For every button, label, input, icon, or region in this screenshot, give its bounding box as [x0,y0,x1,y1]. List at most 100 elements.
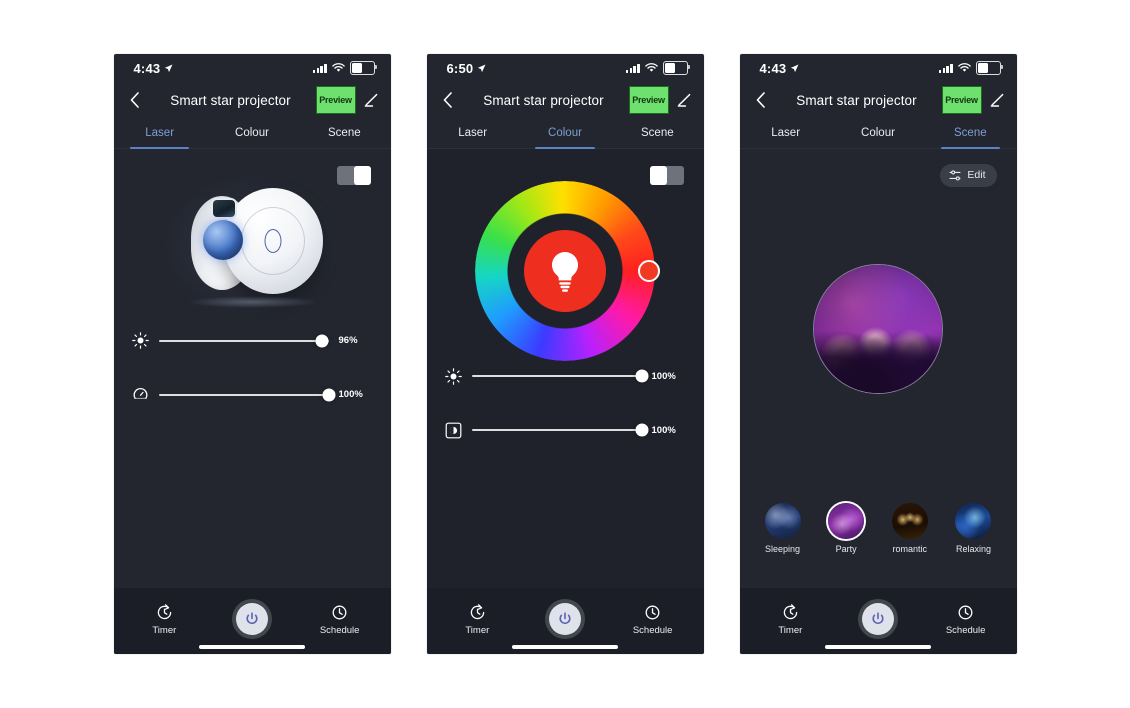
back-button[interactable] [437,89,459,111]
scene-thumbnail [828,503,865,539]
tab-colour[interactable]: Colour [832,118,924,148]
timer-icon [783,603,798,619]
location-arrow-icon [478,64,486,72]
clock-icon [645,605,660,619]
signal-bars-icon [312,63,327,73]
nav-timer-label: Timer [778,624,803,636]
back-button[interactable] [750,89,772,111]
nav-header: Smart star projector Preview [740,82,1017,118]
speed-slider[interactable] [158,388,335,401]
saturation-slider[interactable] [471,423,648,437]
brightness-slider[interactable] [471,369,648,383]
brightness-slider[interactable] [158,334,329,347]
tab-laser[interactable]: Laser [427,118,519,148]
status-bar: 4:43 [114,54,391,82]
scene-thumbnail [891,503,928,539]
slider-group: 100% 100% [427,361,704,455]
scene-label: Relaxing [955,544,991,554]
rotation-speed-icon [132,386,149,403]
nav-schedule-label: Schedule [945,624,986,636]
tab-content-colour: 100% 100% [426,149,704,588]
saturation-value: 100% [651,424,676,436]
screenshot-stage: 4:43 Smart star projector Preview Laser … [0,0,1130,708]
battery-icon [349,60,377,76]
status-indicators [625,60,690,76]
tab-bar: Laser Colour Scene [426,118,704,149]
colour-preview-circle[interactable] [524,230,606,312]
page-title: Smart star projector [483,92,604,108]
power-button[interactable] [235,603,268,635]
preview-button[interactable]: Preview [941,86,982,114]
scene-item-sleeping[interactable]: Sleeping [760,503,806,554]
colour-wheel[interactable] [475,181,660,361]
phone-mockup-laser: 4:43 Smart star projector Preview Laser … [113,54,391,654]
power-icon [246,612,258,625]
tab-laser[interactable]: Laser [114,118,206,149]
signal-bars-icon [938,63,953,73]
timer-icon [157,603,172,619]
status-time-group: 4:43 [134,61,174,76]
status-bar: 4:43 [740,54,1017,82]
preview-button[interactable]: Preview [315,86,356,114]
scene-label: Party [835,544,857,554]
scene-preview-hero [740,155,1017,503]
brightness-value: 96% [338,335,358,346]
status-time-group: 6:50 [447,61,487,76]
tab-scene[interactable]: Scene [298,118,390,148]
tab-colour[interactable]: Colour [206,118,298,148]
page-title: Smart star projector [170,92,291,108]
power-button[interactable] [548,603,581,635]
bulb-icon [551,251,579,292]
status-indicators [312,60,377,76]
nav-timer[interactable]: Timer [447,603,507,636]
tab-content-laser: 96% 100% [113,149,391,588]
edit-pencil-icon[interactable] [676,92,692,108]
phone-mockup-colour: 6:50 Smart star projector Preview Laser … [426,54,704,654]
nav-timer[interactable]: Timer [760,603,820,636]
clock-icon [958,605,973,619]
saturation-slider-knob[interactable] [635,423,648,437]
star-projector-device-image [157,170,347,321]
brightness-slider-knob[interactable] [315,334,329,347]
colour-wheel-handle[interactable] [638,260,660,282]
brightness-slider-knob[interactable] [635,369,648,383]
nav-schedule[interactable]: Schedule [623,603,683,636]
tab-content-scene: Edit Sleeping Party romantic Relaxing [739,149,1017,588]
header-actions: Preview [315,86,379,114]
tab-laser[interactable]: Laser [740,118,832,148]
signal-bars-icon [625,63,640,73]
scene-item-romantic[interactable]: romantic [887,503,933,554]
chevron-left-icon [443,92,452,108]
slider-group: 96% 100% [114,326,391,428]
tab-colour[interactable]: Colour [519,118,611,149]
nav-header: Smart star projector Preview [114,82,391,118]
chevron-left-icon [130,92,139,108]
scene-item-party[interactable]: Party [823,503,869,554]
battery-icon [662,60,690,76]
bottom-nav: Timer Schedule [113,588,391,654]
nav-schedule[interactable]: Schedule [936,603,996,636]
status-time-group: 4:43 [760,61,800,76]
edit-pencil-icon[interactable] [989,92,1005,108]
nav-timer[interactable]: Timer [134,603,194,636]
header-actions: Preview [628,86,692,114]
home-indicator [825,645,931,649]
edit-pencil-icon[interactable] [363,92,379,108]
location-arrow-icon [791,64,799,72]
location-arrow-icon [165,64,173,72]
status-time: 4:43 [759,60,787,76]
preview-button[interactable]: Preview [628,86,669,114]
back-button[interactable] [124,89,146,111]
tab-scene[interactable]: Scene [611,118,703,148]
speed-value: 100% [338,389,363,400]
scene-item-relaxing[interactable]: Relaxing [950,503,996,554]
tab-scene[interactable]: Scene [924,118,1016,149]
power-button[interactable] [861,603,894,635]
nav-timer-label: Timer [465,624,490,636]
speed-slider-knob[interactable] [322,388,335,401]
status-time: 4:43 [133,60,161,76]
bottom-nav: Timer Schedule [426,588,704,654]
chevron-left-icon [756,92,765,108]
nav-schedule[interactable]: Schedule [310,603,370,636]
phone-mockup-scene: 4:43 Smart star projector Preview Laser … [739,54,1017,654]
